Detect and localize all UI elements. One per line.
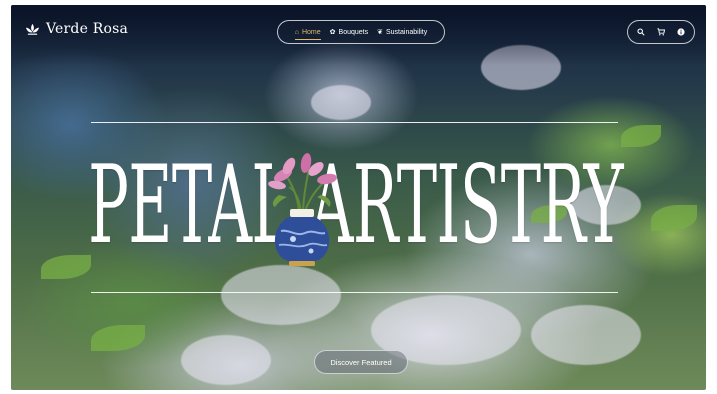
nav-item-label: Home <box>301 28 321 36</box>
background-blossom <box>531 305 641 365</box>
discover-featured-button[interactable]: Discover Featured <box>314 350 408 374</box>
brand-name: Verde Rosa <box>46 21 129 37</box>
nav-item-bouquets[interactable]: ✿ Bouquets <box>330 29 368 36</box>
bouquet-icon: ✿ <box>329 28 336 36</box>
background-leaf <box>91 325 145 351</box>
search-icon[interactable] <box>637 28 646 37</box>
lotus-icon <box>26 23 39 35</box>
background-blossom <box>311 85 371 120</box>
hero-section: Verde Rosa ⌂ Home ✿ Bouquets ❦ Sustainab… <box>11 5 706 390</box>
nav-item-home[interactable]: ⌂ Home <box>294 28 321 40</box>
nav-item-label: Bouquets <box>338 28 369 36</box>
main-nav: ⌂ Home ✿ Bouquets ❦ Sustainability <box>277 20 445 44</box>
nav-item-label: Sustainability <box>386 28 428 36</box>
hero-title: PETAL ARTISTRY <box>88 131 624 281</box>
background-leaf <box>41 255 91 279</box>
cart-icon[interactable] <box>657 28 666 37</box>
nav-item-sustainability[interactable]: ❦ Sustainability <box>377 29 427 36</box>
leaf-icon: ❦ <box>377 28 383 36</box>
hero-title-text: PETAL ARTISTRY <box>88 143 624 268</box>
home-icon: ⌂ <box>294 28 299 36</box>
vase-with-flowers-image <box>268 153 337 266</box>
header-actions <box>627 20 695 44</box>
info-icon[interactable] <box>677 28 686 37</box>
background-leaf <box>621 125 661 147</box>
title-rule-bottom <box>91 292 618 293</box>
brand-logo[interactable]: Verde Rosa <box>25 21 128 37</box>
title-rule-top <box>91 122 618 123</box>
background-leaf <box>651 205 697 231</box>
background-blossom <box>181 335 271 385</box>
